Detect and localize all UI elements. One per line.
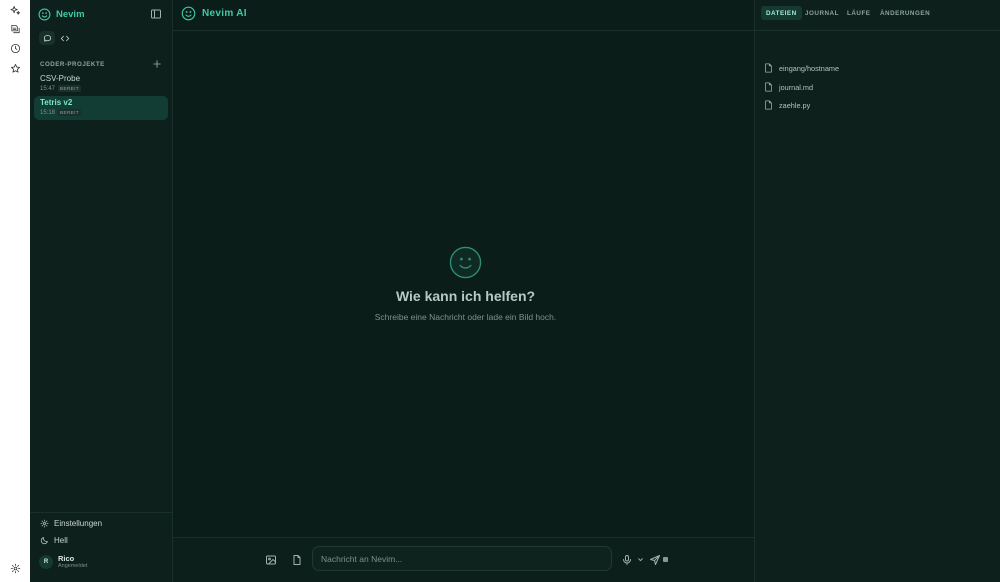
chat-bubble-icon [43, 34, 51, 42]
chevron-down-icon[interactable] [636, 555, 645, 564]
smiley-icon [449, 246, 482, 279]
tab-runs[interactable]: LÄUFE [842, 6, 876, 20]
section-title: CODER-PROJEKTE [40, 60, 105, 68]
empty-state-title: Wie kann ich helfen? [395, 288, 536, 304]
project-name: Tetris v2 [40, 98, 73, 107]
mode-switch [39, 31, 73, 45]
image-upload-icon[interactable] [265, 554, 277, 566]
icon-rail [0, 0, 30, 582]
project-time: 15:47 [40, 85, 56, 92]
theme-label: Hell [54, 536, 68, 545]
sidebar-divider [30, 512, 173, 513]
projects-section-header: CODER-PROJEKTE [40, 59, 162, 69]
message-input[interactable] [312, 546, 612, 571]
moon-icon [40, 537, 48, 545]
brand[interactable]: Nevim [38, 8, 85, 21]
project-item-active[interactable]: Tetris v2 15:18 BEREIT [34, 96, 168, 120]
smiley-logo-icon [38, 8, 51, 21]
page-title: Nevim AI [202, 8, 247, 19]
send-icon[interactable] [649, 554, 661, 566]
file-icon [765, 100, 772, 110]
code-mode-button[interactable] [57, 31, 73, 45]
status-badge: BEREIT [58, 109, 82, 116]
project-name: CSV-Probe [40, 74, 81, 83]
microphone-icon[interactable] [621, 554, 633, 566]
file-name: eingang/hostname [779, 63, 840, 73]
file-icon [765, 82, 772, 92]
theme-toggle-button[interactable]: Hell [40, 536, 68, 545]
right-panel: DATEIEN JOURNAL LÄUFE ÄNDERUNGEN eingang… [754, 0, 1000, 582]
panel-tabs: DATEIEN JOURNAL LÄUFE ÄNDERUNGEN [755, 0, 1000, 31]
project-item[interactable]: CSV-Probe 15:47 BEREIT [34, 72, 168, 96]
gear-icon[interactable] [7, 560, 23, 576]
file-item[interactable]: eingang/hostname [764, 63, 839, 73]
sparkles-icon[interactable] [7, 2, 23, 18]
file-icon [765, 63, 772, 73]
star-icon[interactable] [7, 60, 23, 76]
settings-label: Einstellungen [54, 519, 103, 528]
user-name: Rico [58, 554, 75, 563]
project-time: 15:18 [40, 109, 56, 116]
message-composer [173, 537, 754, 582]
empty-state-subtitle: Schreibe eine Nachricht oder lade ein Bi… [374, 312, 557, 322]
gear-icon [40, 519, 49, 528]
brand-name: Nevim [56, 9, 85, 20]
status-badge: BEREIT [58, 85, 82, 92]
file-name: journal.md [779, 82, 814, 92]
file-item[interactable]: journal.md [764, 82, 813, 92]
chat-mode-button[interactable] [39, 31, 55, 45]
add-project-icon[interactable] [152, 59, 162, 69]
main-area: Nevim AI Wie kann ich helfen? Schreibe e… [173, 0, 754, 582]
stop-indicator[interactable] [663, 557, 668, 562]
smiley-logo-icon [181, 6, 196, 21]
tab-files[interactable]: DATEIEN [761, 6, 802, 20]
code-icon [60, 35, 70, 41]
sidebar: Nevim CODER-PROJEKTE CSV-Probe 15:47 BER… [30, 0, 173, 582]
tab-changes[interactable]: ÄNDERUNGEN [875, 6, 935, 20]
file-stack-icon[interactable] [7, 21, 23, 37]
file-name: zaehle.py [779, 100, 811, 110]
sidebar-toggle-icon[interactable] [150, 8, 162, 20]
tab-journal[interactable]: JOURNAL [800, 6, 844, 20]
settings-button[interactable]: Einstellungen [40, 519, 102, 528]
file-item[interactable]: zaehle.py [764, 100, 810, 110]
user-status: Angemeldet [58, 563, 88, 569]
clock-icon[interactable] [7, 40, 23, 56]
file-upload-icon[interactable] [291, 554, 303, 566]
main-header: Nevim AI [173, 0, 754, 31]
avatar: R [39, 554, 53, 569]
user-profile[interactable]: R Rico Angemeldet [39, 554, 87, 569]
